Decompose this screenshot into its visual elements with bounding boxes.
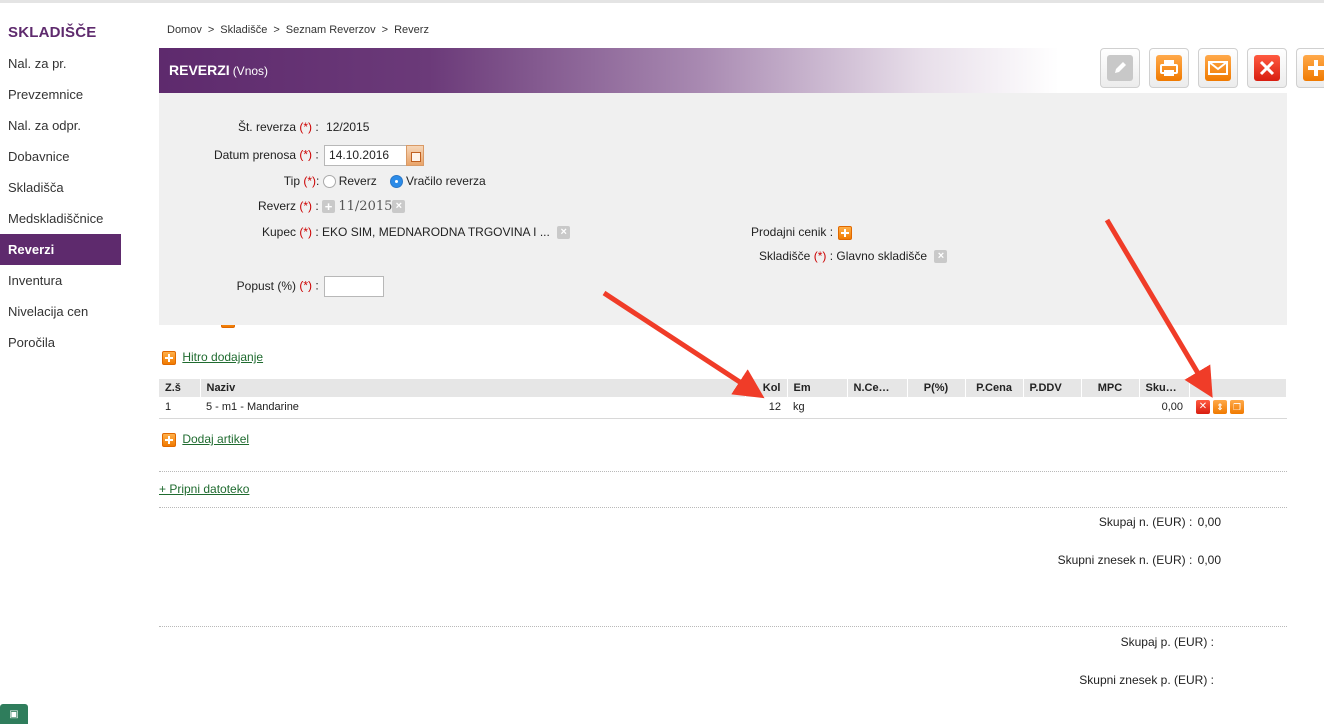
feedback-tab[interactable]: ▣ xyxy=(0,704,28,724)
arrow-to-quantity xyxy=(602,290,765,399)
arrow-to-row-actions xyxy=(1104,218,1213,398)
annotation-arrows xyxy=(602,218,1213,399)
